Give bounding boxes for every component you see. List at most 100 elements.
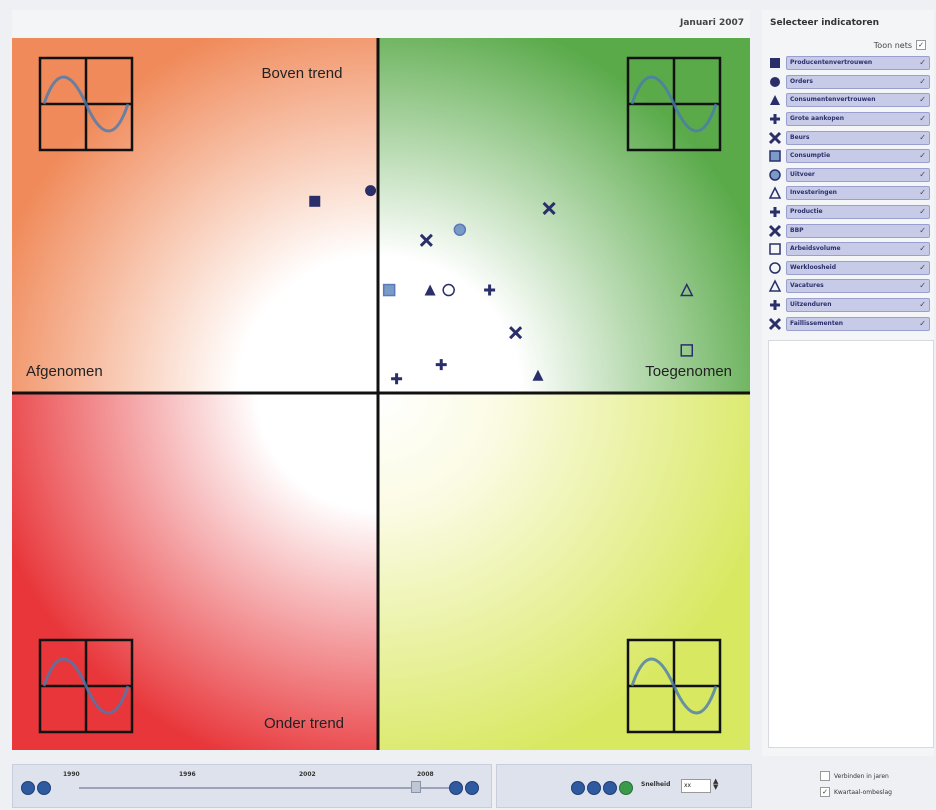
indicator-label-text: Productie bbox=[790, 208, 823, 216]
check-icon[interactable]: ✓ bbox=[919, 187, 926, 199]
indicator-item[interactable]: Werkloosheid ✓ bbox=[768, 259, 930, 278]
play-icon[interactable] bbox=[619, 781, 633, 795]
pause-icon[interactable] bbox=[603, 781, 617, 795]
speed-input[interactable]: xx bbox=[681, 779, 711, 793]
playback-bar: Snelheid xx ▲ ▼ bbox=[496, 764, 752, 808]
check-icon[interactable]: ✓ bbox=[919, 113, 926, 125]
indicator-label[interactable]: Werkloosheid ✓ bbox=[786, 260, 930, 275]
step-forward-fast-icon[interactable] bbox=[465, 781, 479, 795]
circle-filled-icon bbox=[768, 75, 782, 89]
timeline-bar: 1990 1996 2002 2008 bbox=[12, 764, 492, 808]
date-label: Januari 2007 bbox=[679, 18, 744, 28]
check-icon[interactable]: ✓ bbox=[919, 206, 926, 218]
quadrant-bottom-right bbox=[378, 393, 750, 750]
check-icon[interactable]: ✓ bbox=[919, 318, 926, 330]
indicator-item[interactable]: Vacatures ✓ bbox=[768, 277, 930, 296]
indicator-label[interactable]: Investeringen ✓ bbox=[786, 186, 930, 201]
indicator-label[interactable]: Consumentenvertrouwen ✓ bbox=[786, 93, 930, 108]
indicator-label-text: Werkloosheid bbox=[790, 263, 836, 271]
indicator-item[interactable]: Investeringen ✓ bbox=[768, 184, 930, 203]
quadrant-top-right bbox=[378, 38, 750, 393]
indicator-label[interactable]: Consumptie ✓ bbox=[786, 149, 930, 164]
indicator-label-text: Vacatures bbox=[790, 282, 824, 290]
label-boven-trend: Boven trend bbox=[262, 65, 343, 82]
indicator-label-text: Faillissementen bbox=[790, 319, 844, 327]
cross-icon bbox=[768, 205, 782, 219]
circle-blue-icon bbox=[768, 168, 782, 182]
indicator-label[interactable]: Uitvoer ✓ bbox=[786, 167, 930, 182]
quadrant-top-left bbox=[12, 38, 378, 393]
check-icon[interactable]: ✓ bbox=[919, 280, 926, 292]
indicator-item[interactable]: Productie ✓ bbox=[768, 203, 930, 222]
timeline-knob[interactable] bbox=[411, 781, 421, 793]
indicator-item[interactable]: Faillissementen ✓ bbox=[768, 314, 930, 333]
toon-nets-option[interactable]: Toon nets ✓ bbox=[874, 40, 926, 50]
check-icon[interactable]: ✓ bbox=[919, 57, 926, 69]
indicator-label[interactable]: Uitzenduren ✓ bbox=[786, 298, 930, 313]
indicator-label[interactable]: Arbeidsvolume ✓ bbox=[786, 242, 930, 257]
option-row[interactable]: Verbinden in jaren bbox=[820, 768, 932, 784]
indicator-item[interactable]: Arbeidsvolume ✓ bbox=[768, 240, 930, 259]
indicator-item[interactable]: Consumentenvertrouwen ✓ bbox=[768, 91, 930, 110]
step-back-fast-icon[interactable] bbox=[37, 781, 51, 795]
indicator-label[interactable]: BBP ✓ bbox=[786, 223, 930, 238]
label-onder-trend: Onder trend bbox=[264, 715, 344, 732]
check-icon[interactable]: ✓ bbox=[919, 150, 926, 162]
check-icon[interactable]: ✓ bbox=[919, 132, 926, 144]
chart-header: Januari 2007 bbox=[12, 10, 750, 38]
option-checkbox[interactable] bbox=[820, 771, 830, 781]
toon-nets-label: Toon nets bbox=[873, 40, 912, 50]
quadrant-bottom-left bbox=[12, 393, 378, 750]
indicator-item[interactable]: Grote aankopen ✓ bbox=[768, 110, 930, 129]
indicator-label[interactable]: Grote aankopen ✓ bbox=[786, 112, 930, 127]
indicator-item[interactable]: Uitvoer ✓ bbox=[768, 166, 930, 185]
x-icon bbox=[768, 317, 782, 331]
year-label: 1990 bbox=[63, 771, 80, 778]
check-icon[interactable]: ✓ bbox=[919, 262, 926, 274]
indicator-label-text: BBP bbox=[790, 226, 804, 234]
data-point-circle-filled[interactable] bbox=[365, 185, 377, 197]
indicator-item[interactable]: Orders ✓ bbox=[768, 73, 930, 92]
data-point-circle-blue[interactable] bbox=[453, 223, 467, 236]
check-icon[interactable]: ✓ bbox=[919, 94, 926, 106]
indicator-label[interactable]: Beurs ✓ bbox=[786, 130, 930, 145]
check-icon[interactable]: ✓ bbox=[919, 225, 926, 237]
check-icon[interactable]: ✓ bbox=[919, 299, 926, 311]
speed-label: Snelheid bbox=[641, 781, 671, 788]
check-icon[interactable]: ✓ bbox=[919, 76, 926, 88]
indicator-label[interactable]: Producentenvertrouwen ✓ bbox=[786, 56, 930, 71]
step-back-icon[interactable] bbox=[21, 781, 35, 795]
indicator-label[interactable]: Faillissementen ✓ bbox=[786, 316, 930, 331]
indicator-item[interactable]: Consumptie ✓ bbox=[768, 147, 930, 166]
check-icon[interactable]: ✓ bbox=[919, 243, 926, 255]
indicator-label[interactable]: Vacatures ✓ bbox=[786, 279, 930, 294]
indicator-label-text: Investeringen bbox=[790, 189, 837, 197]
square-filled-icon bbox=[768, 56, 782, 70]
info-area bbox=[768, 340, 934, 748]
indicator-item[interactable]: Uitzenduren ✓ bbox=[768, 296, 930, 315]
step-forward-icon[interactable] bbox=[449, 781, 463, 795]
speed-spinner-icon[interactable]: ▲ ▼ bbox=[713, 778, 718, 791]
data-point-square-blue[interactable] bbox=[382, 283, 396, 297]
indicator-label[interactable]: Productie ✓ bbox=[786, 205, 930, 220]
play-back-icon[interactable] bbox=[587, 781, 601, 795]
year-label: 2008 bbox=[417, 771, 434, 778]
timeline-slider[interactable] bbox=[79, 787, 451, 789]
year-label: 1996 bbox=[179, 771, 196, 778]
toon-nets-checkbox[interactable]: ✓ bbox=[916, 40, 926, 50]
indicator-label-text: Uitvoer bbox=[790, 170, 815, 178]
indicator-item[interactable]: BBP ✓ bbox=[768, 221, 930, 240]
indicator-item[interactable]: Producentenvertrouwen ✓ bbox=[768, 54, 930, 73]
option-row[interactable]: ✓ Kwartaal-ombeslag bbox=[820, 784, 932, 800]
data-point-square-filled[interactable] bbox=[309, 195, 321, 207]
indicator-label-text: Uitzenduren bbox=[790, 301, 832, 309]
indicator-item[interactable]: Beurs ✓ bbox=[768, 128, 930, 147]
option-checkbox[interactable]: ✓ bbox=[820, 787, 830, 797]
rewind-icon[interactable] bbox=[571, 781, 585, 795]
year-label: 2002 bbox=[299, 771, 316, 778]
indicator-label-text: Producentenvertrouwen bbox=[790, 59, 873, 67]
triangle-open-icon bbox=[768, 186, 782, 200]
indicator-label[interactable]: Orders ✓ bbox=[786, 74, 930, 89]
check-icon[interactable]: ✓ bbox=[919, 169, 926, 181]
option-label: Verbinden in jaren bbox=[834, 772, 889, 780]
